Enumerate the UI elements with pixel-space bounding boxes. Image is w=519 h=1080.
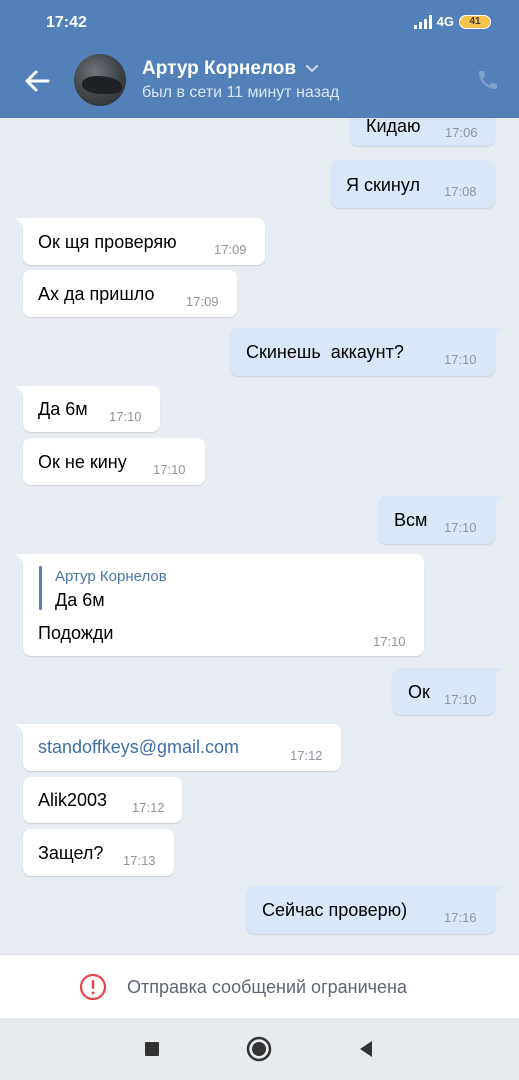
incoming-message[interactable]: Защел? 17:13 [23,829,174,876]
outgoing-message[interactable]: Всм 17:10 [378,496,504,544]
incoming-message[interactable]: Alik2003 17:12 [23,777,182,823]
restriction-text: Отправка сообщений ограничена [127,977,407,997]
back-arrow-icon[interactable] [22,66,52,96]
message-time: 17:10 [373,634,406,649]
bubble-tail [490,328,504,342]
contact-name: Артур Корнелов [142,58,297,79]
alert-circle-icon [79,973,107,1001]
message-time: 17:10 [109,409,142,424]
message-time: 17:12 [132,800,165,815]
reply-quoted-text: Да 6м [55,590,105,610]
outgoing-message[interactable]: Ок 17:10 [392,668,504,715]
message-text: Ок не кину [38,452,127,472]
status-time: 17:42 [46,14,87,31]
bubble-tail [490,886,504,900]
message-text: Скинешь аккаунт? [246,342,404,362]
system-navigation-bar [0,1018,519,1080]
message-time: 17:06 [445,125,478,140]
message-text: Кидаю [366,118,421,136]
bubble-tail [490,496,504,510]
incoming-message[interactable]: Да 6м 17:10 [14,386,160,432]
message-time: 17:13 [123,853,156,868]
message-text: Защел? [38,843,104,863]
back-nav-icon[interactable] [352,1035,380,1063]
bubble-tail [14,554,28,568]
status-icons: 4G 41 [413,14,491,29]
chevron-down-icon [306,65,319,73]
messaging-restricted-banner: Отправка сообщений ограничена [0,954,519,1018]
outgoing-message[interactable]: Сейчас проверю) 17:16 [246,886,504,934]
bubble-tail [14,386,28,400]
last-seen-status: был в сети 11 минут назад [142,84,340,101]
home-icon[interactable] [245,1035,273,1063]
battery-icon: 41 [459,14,491,29]
message-time: 17:10 [444,520,477,535]
signal-icon [413,14,432,29]
message-text: Сейчас проверю) [262,900,408,920]
message-text: Да 6м [38,399,88,419]
message-text: Я скинул [346,175,420,195]
message-time: 17:09 [214,242,247,257]
message-time: 17:16 [444,910,477,925]
phone-icon[interactable] [476,68,500,92]
outgoing-message[interactable]: Кидаю 17:06 [350,118,495,146]
incoming-message[interactable]: Ок щя проверяю 17:09 [14,218,265,265]
message-time: 17:10 [153,462,186,477]
status-bar: 17:42 4G 41 [0,0,519,44]
message-text: Всм [394,510,428,530]
chat-header: 17:42 4G 41 Артур Корнелов был в сети 11… [0,0,519,118]
message-text: Ах да пришло [38,284,155,304]
message-time: 17:12 [290,748,323,763]
incoming-message[interactable]: standoffkeys@gmail.com 17:12 [14,724,341,771]
outgoing-message[interactable]: Скинешь аккаунт? 17:10 [230,328,504,376]
reply-quote-bar [39,566,42,610]
message-text: Ок [408,682,430,702]
avatar[interactable] [74,54,126,106]
bubble-tail [14,724,28,738]
message-text: Alik2003 [38,790,108,810]
message-text: Ок щя проверяю [38,232,177,252]
message-list[interactable]: Кидаю 17:06 Я скинул 17:08 Ок щя проверя… [0,118,519,954]
incoming-message[interactable]: Ах да пришло 17:09 [23,270,237,317]
message-time: 17:10 [444,692,477,707]
network-type: 4G [436,14,454,29]
incoming-reply-message[interactable]: Артур Корнелов Да 6м Подожди 17:10 [14,554,424,656]
email-link[interactable]: standoffkeys@gmail.com [38,737,239,758]
reply-author[interactable]: Артур Корнелов [55,568,167,585]
message-time: 17:10 [444,352,477,367]
recent-apps-icon[interactable] [138,1035,166,1063]
incoming-message[interactable]: Ок не кину 17:10 [23,438,205,485]
message-text: Подожди [38,623,114,643]
contact-name-row[interactable]: Артур Корнелов [142,58,319,80]
bubble-tail [490,668,504,682]
outgoing-message[interactable]: Я скинул 17:08 [331,160,495,208]
bubble-tail [14,218,28,232]
message-time: 17:08 [444,184,477,199]
message-time: 17:09 [186,294,219,309]
